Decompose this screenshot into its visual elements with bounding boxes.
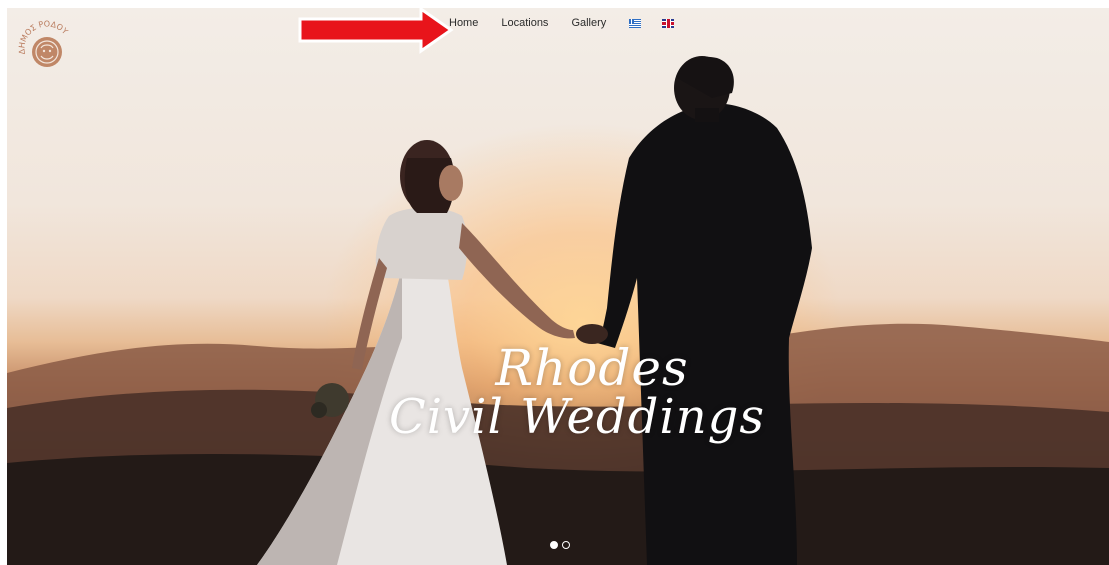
main-nav: Home Locations Gallery [449,10,695,36]
hero-title: Rhodes Civil Weddings [387,343,767,441]
carousel-dots [550,541,570,549]
nav-locations[interactable]: Locations [501,17,548,29]
couple-photo [257,56,812,565]
hero-title-line2: Civil Weddings [388,389,766,445]
hero-slider: ΔΗΜΟΣ ΡΟΔΟΥ Rhodes Civil Weddings [7,8,1109,565]
carousel-dot-2[interactable] [562,541,570,549]
greek-flag-icon[interactable] [629,18,642,28]
uk-flag-icon[interactable] [662,18,675,28]
red-arrow-icon [298,6,454,54]
carousel-dot-1[interactable] [550,541,558,549]
hero-title-line1: Rhodes [495,339,689,397]
municipality-logo[interactable]: ΔΗΜΟΣ ΡΟΔΟΥ [17,18,75,76]
nav-gallery[interactable]: Gallery [571,17,606,29]
